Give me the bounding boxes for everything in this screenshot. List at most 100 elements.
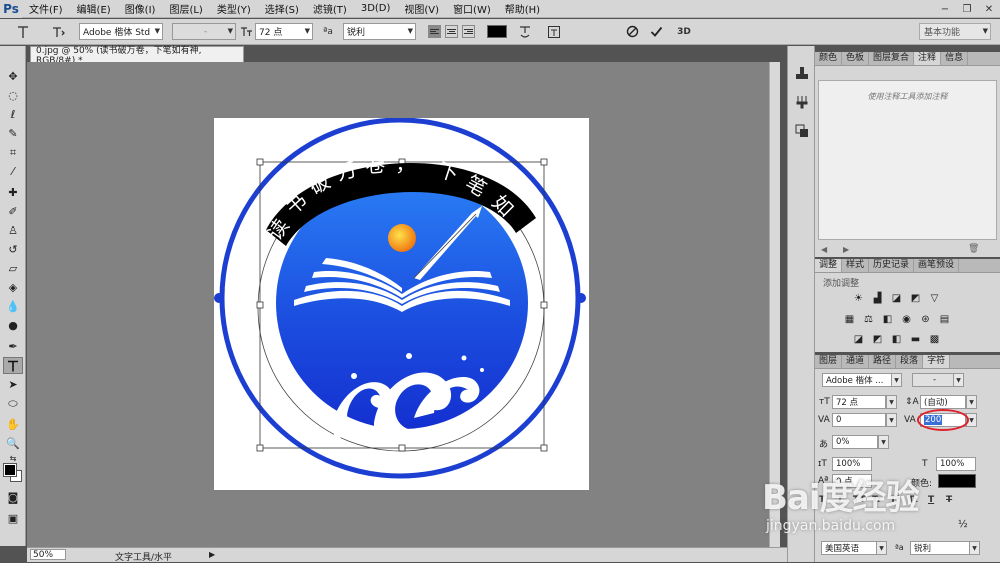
workspace-select[interactable]: 基本功能 ▼ — [919, 23, 991, 40]
close-window-button[interactable]: ✕ — [978, 0, 1000, 18]
color-lookup-icon[interactable]: ▤ — [938, 313, 951, 326]
channel-mixer-icon[interactable]: ⊛ — [919, 313, 932, 326]
levels-icon[interactable]: ▟ — [871, 292, 884, 305]
ellipse-tool-icon[interactable]: ⬭ — [3, 395, 23, 412]
restore-button[interactable]: ❐ — [956, 0, 978, 18]
char-kerning-input[interactable]: 0 — [832, 413, 886, 427]
menu-select[interactable]: 选择(S) — [258, 1, 306, 16]
healing-brush-tool-icon[interactable]: ✚ — [3, 184, 23, 201]
selective-color-icon[interactable]: ▩ — [928, 333, 941, 346]
paint-bucket-tool-icon[interactable]: ◈ — [3, 279, 23, 296]
eyedropper-tool-icon[interactable]: ⁄ — [3, 163, 23, 180]
clone-source-panel-icon[interactable] — [793, 122, 811, 139]
vibrance-icon[interactable]: ▽ — [928, 292, 941, 305]
tab-swatches[interactable]: 色板 — [842, 52, 870, 65]
dodge-tool-icon[interactable]: ● — [3, 317, 23, 334]
move-tool-icon[interactable]: ✥ — [3, 68, 23, 85]
previous-note-icon[interactable]: ◀ — [821, 245, 827, 254]
tab-channels[interactable]: 通道 — [842, 355, 870, 368]
menu-file[interactable]: 文件(F) — [22, 1, 70, 16]
history-brush-tool-icon[interactable]: ↺ — [3, 241, 23, 258]
menu-layer[interactable]: 图层(L) — [162, 1, 209, 16]
document-tab[interactable]: 0.jpg @ 50% (读书破万卷，下笔如有神, RGB/8#) * — [30, 46, 244, 66]
chevron-down-icon[interactable]: ▼ — [886, 413, 897, 427]
tab-notes[interactable]: 注释 — [914, 52, 942, 65]
pen-tool-icon[interactable]: ✒ — [3, 338, 23, 355]
status-menu-arrow-icon[interactable]: ▶ — [209, 550, 215, 559]
antialias-select[interactable]: 锐利 ▼ — [343, 23, 416, 40]
menu-type[interactable]: 类型(Y) — [210, 1, 258, 16]
3d-icon[interactable]: 3D — [676, 23, 692, 40]
align-right-button[interactable] — [462, 25, 475, 38]
menu-window[interactable]: 窗口(W) — [446, 1, 498, 16]
notes-panel-icon[interactable] — [793, 64, 811, 81]
black-white-icon[interactable]: ◧ — [881, 313, 894, 326]
tab-character[interactable]: 字符 — [923, 355, 951, 368]
char-leading-input[interactable]: (自动) — [920, 395, 966, 409]
menu-edit[interactable]: 编辑(E) — [70, 1, 118, 16]
delete-note-icon[interactable]: 🗑 — [968, 244, 979, 254]
threshold-icon[interactable]: ◧ — [890, 333, 903, 346]
chevron-down-icon[interactable]: ▼ — [966, 395, 977, 409]
menu-view[interactable]: 视图(V) — [397, 1, 446, 16]
text-orientation-icon[interactable] — [50, 23, 68, 40]
curves-icon[interactable]: ◪ — [890, 292, 903, 305]
char-font-style-select[interactable]: - — [912, 373, 954, 387]
font-size-input[interactable]: 72 点 ▼ — [255, 23, 313, 40]
quick-mask-icon[interactable]: ◙ — [3, 489, 23, 506]
menu-help[interactable]: 帮助(H) — [498, 1, 547, 16]
zoom-level-input[interactable]: 50% — [30, 549, 66, 560]
tab-paths[interactable]: 路径 — [869, 355, 897, 368]
crop-tool-icon[interactable]: ⌗ — [3, 144, 23, 161]
chevron-down-icon[interactable]: ▼ — [953, 373, 964, 387]
font-style-select[interactable]: - ▼ — [172, 23, 236, 40]
menu-image[interactable]: 图像(I) — [118, 1, 163, 16]
gradient-map-icon[interactable]: ▬ — [909, 333, 922, 346]
next-note-icon[interactable]: ▶ — [843, 245, 849, 254]
chevron-down-icon[interactable]: ▼ — [878, 435, 889, 449]
chevron-down-icon[interactable]: ▼ — [891, 373, 902, 387]
screen-mode-icon[interactable]: ▣ — [3, 510, 23, 527]
cancel-edit-icon[interactable] — [624, 23, 640, 40]
type-tool-icon[interactable] — [3, 357, 23, 374]
tab-brush-presets[interactable]: 画笔预设 — [914, 259, 960, 272]
brightness-icon[interactable]: ☀ — [852, 292, 865, 305]
tab-history[interactable]: 历史记录 — [869, 259, 915, 272]
tab-color[interactable]: 颜色 — [815, 52, 843, 65]
tab-styles[interactable]: 样式 — [842, 259, 870, 272]
char-font-family-select[interactable]: Adobe 楷体 ... — [822, 373, 892, 387]
char-tsume-input[interactable]: 0% — [832, 435, 878, 449]
photo-filter-icon[interactable]: ◉ — [900, 313, 913, 326]
tab-layers[interactable]: 图层 — [815, 355, 843, 368]
tab-paragraph[interactable]: 段落 — [896, 355, 924, 368]
char-size-input[interactable]: 72 点 — [832, 395, 886, 409]
invert-icon[interactable]: ◪ — [852, 333, 865, 346]
tab-info[interactable]: 信息 — [941, 52, 969, 65]
brush-presets-panel-icon[interactable] — [793, 93, 811, 110]
image-canvas[interactable]: 读 书 破 万 卷 ， 下 笔 如 — [214, 117, 589, 490]
blur-tool-icon[interactable]: 💧 — [3, 298, 23, 315]
tab-layer-comps[interactable]: 图层复合 — [869, 52, 915, 65]
align-left-button[interactable] — [428, 25, 441, 38]
align-center-button[interactable] — [445, 25, 458, 38]
marquee-tool-icon[interactable]: ◌ — [3, 87, 23, 104]
character-panel-toggle-icon[interactable] — [546, 23, 562, 40]
brush-tool-icon[interactable]: ✐ — [3, 203, 23, 220]
exposure-icon[interactable]: ◩ — [909, 292, 922, 305]
minimize-button[interactable]: − — [934, 0, 956, 18]
hand-tool-icon[interactable]: ✋ — [3, 416, 23, 433]
lasso-tool-icon[interactable]: ℓ — [3, 106, 23, 123]
text-color-swatch[interactable] — [487, 25, 507, 38]
quick-select-tool-icon[interactable]: ✎ — [3, 125, 23, 142]
chevron-down-icon[interactable]: ▼ — [886, 395, 897, 409]
tab-adjustments[interactable]: 调整 — [815, 259, 843, 272]
clone-stamp-tool-icon[interactable]: ♙ — [3, 222, 23, 239]
path-select-tool-icon[interactable]: ➤ — [3, 376, 23, 393]
menu-3d[interactable]: 3D(D) — [354, 3, 398, 14]
font-family-select[interactable]: Adobe 楷体 Std ▼ — [79, 23, 163, 40]
commit-edit-icon[interactable] — [648, 23, 664, 40]
warp-text-icon[interactable] — [517, 23, 533, 40]
foreground-color-swatch[interactable] — [3, 463, 17, 477]
menu-filter[interactable]: 滤镜(T) — [306, 1, 354, 16]
posterize-icon[interactable]: ◩ — [871, 333, 884, 346]
